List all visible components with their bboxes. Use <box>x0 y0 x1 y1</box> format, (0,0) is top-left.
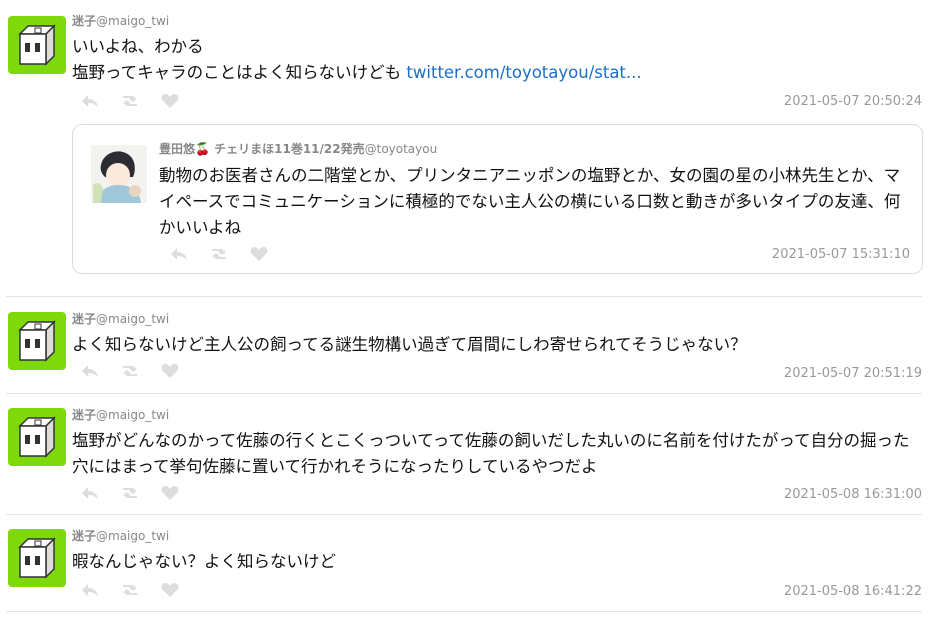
reply-icon[interactable] <box>169 245 189 263</box>
display-name[interactable]: 豊田悠🍒 チェリまほ11巻11/22発売 <box>159 142 365 156</box>
tweet-header: 迷子@maigo_twi <box>72 406 169 423</box>
tweet-header: 迷子@maigo_twi <box>72 310 169 327</box>
display-name[interactable]: 迷子 <box>72 312 96 326</box>
timestamp[interactable]: 2021-05-08 16:31:00 <box>784 487 922 502</box>
tweet: 迷子@maigo_twi いいよね、わかる 塩野ってキャラのことはよく知らないけ… <box>0 0 930 296</box>
tweet-text: 塩野がどんなのかって佐藤の行くとこくっついてって佐藤の飼いだした丸いのに名前を付… <box>72 431 910 476</box>
timestamp[interactable]: 2021-05-07 20:50:24 <box>784 94 922 109</box>
cube-character-icon <box>18 320 56 362</box>
divider <box>6 611 922 612</box>
avatar[interactable] <box>91 145 147 203</box>
quoted-tweet-text: 動物のお医者さんの二階堂とか、プリンタニアニッポンの塩野とか、女の園の星の小林先… <box>159 166 901 237</box>
display-name[interactable]: 迷子 <box>72 14 96 28</box>
heart-icon[interactable] <box>160 484 180 502</box>
tweet-text: いいよね、わかる 塩野ってキャラのことはよく知らないけども twitter.co… <box>72 34 920 86</box>
tweet-link[interactable]: twitter.com/toyotayou/stat... <box>406 63 641 82</box>
manga-character-icon <box>91 145 147 203</box>
timestamp[interactable]: 2021-05-07 15:31:10 <box>772 247 910 262</box>
retweet-icon[interactable] <box>120 581 140 599</box>
reply-icon[interactable] <box>80 581 100 599</box>
retweet-icon[interactable] <box>209 245 229 263</box>
avatar[interactable] <box>8 312 66 370</box>
retweet-icon[interactable] <box>120 362 140 380</box>
tweet-text: 暇なんじゃない？よく知らないけど <box>72 552 336 571</box>
heart-icon[interactable] <box>160 581 180 599</box>
handle[interactable]: @maigo_twi <box>96 529 169 543</box>
avatar[interactable] <box>8 16 66 74</box>
timestamp[interactable]: 2021-05-07 20:51:19 <box>784 366 922 381</box>
tweet-header: 迷子@maigo_twi <box>72 527 169 544</box>
retweet-icon[interactable] <box>120 92 140 110</box>
heart-icon[interactable] <box>160 362 180 380</box>
reply-icon[interactable] <box>80 362 100 380</box>
handle[interactable]: @maigo_twi <box>96 312 169 326</box>
avatar[interactable] <box>8 408 66 466</box>
handle[interactable]: @maigo_twi <box>96 14 169 28</box>
reply-icon[interactable] <box>80 92 100 110</box>
display-name[interactable]: 迷子 <box>72 408 96 422</box>
avatar[interactable] <box>8 529 66 587</box>
quoted-tweet-header: 豊田悠🍒 チェリまほ11巻11/22発売@toyotayou <box>159 140 437 157</box>
heart-icon[interactable] <box>160 92 180 110</box>
tweet-header: 迷子@maigo_twi <box>72 12 169 29</box>
handle[interactable]: @toyotayou <box>365 142 438 156</box>
tweet: 迷子@maigo_twi よく知らないけど主人公の飼ってる謎生物構い過ぎて眉間に… <box>0 297 930 393</box>
tweet: 迷子@maigo_twi 暇なんじゃない？よく知らないけど 2021-05-08… <box>0 515 930 611</box>
heart-icon[interactable] <box>249 245 269 263</box>
cube-character-icon <box>18 416 56 458</box>
tweet: 迷子@maigo_twi 塩野がどんなのかって佐藤の行くとこくっついてって佐藤の… <box>0 394 930 514</box>
timestamp[interactable]: 2021-05-08 16:41:22 <box>784 584 922 599</box>
display-name[interactable]: 迷子 <box>72 529 96 543</box>
retweet-icon[interactable] <box>120 484 140 502</box>
tweet-text: よく知らないけど主人公の飼ってる謎生物構い過ぎて眉間にしわ寄せられてそうじゃない… <box>72 335 747 354</box>
tweet-text-content: いいよね、わかる 塩野ってキャラのことはよく知らないけども <box>72 37 402 82</box>
handle[interactable]: @maigo_twi <box>96 408 169 422</box>
cube-character-icon <box>18 537 56 579</box>
quoted-tweet[interactable]: 豊田悠🍒 チェリまほ11巻11/22発売@toyotayou 動物のお医者さんの… <box>72 124 923 274</box>
cube-character-icon <box>18 24 56 66</box>
reply-icon[interactable] <box>80 484 100 502</box>
